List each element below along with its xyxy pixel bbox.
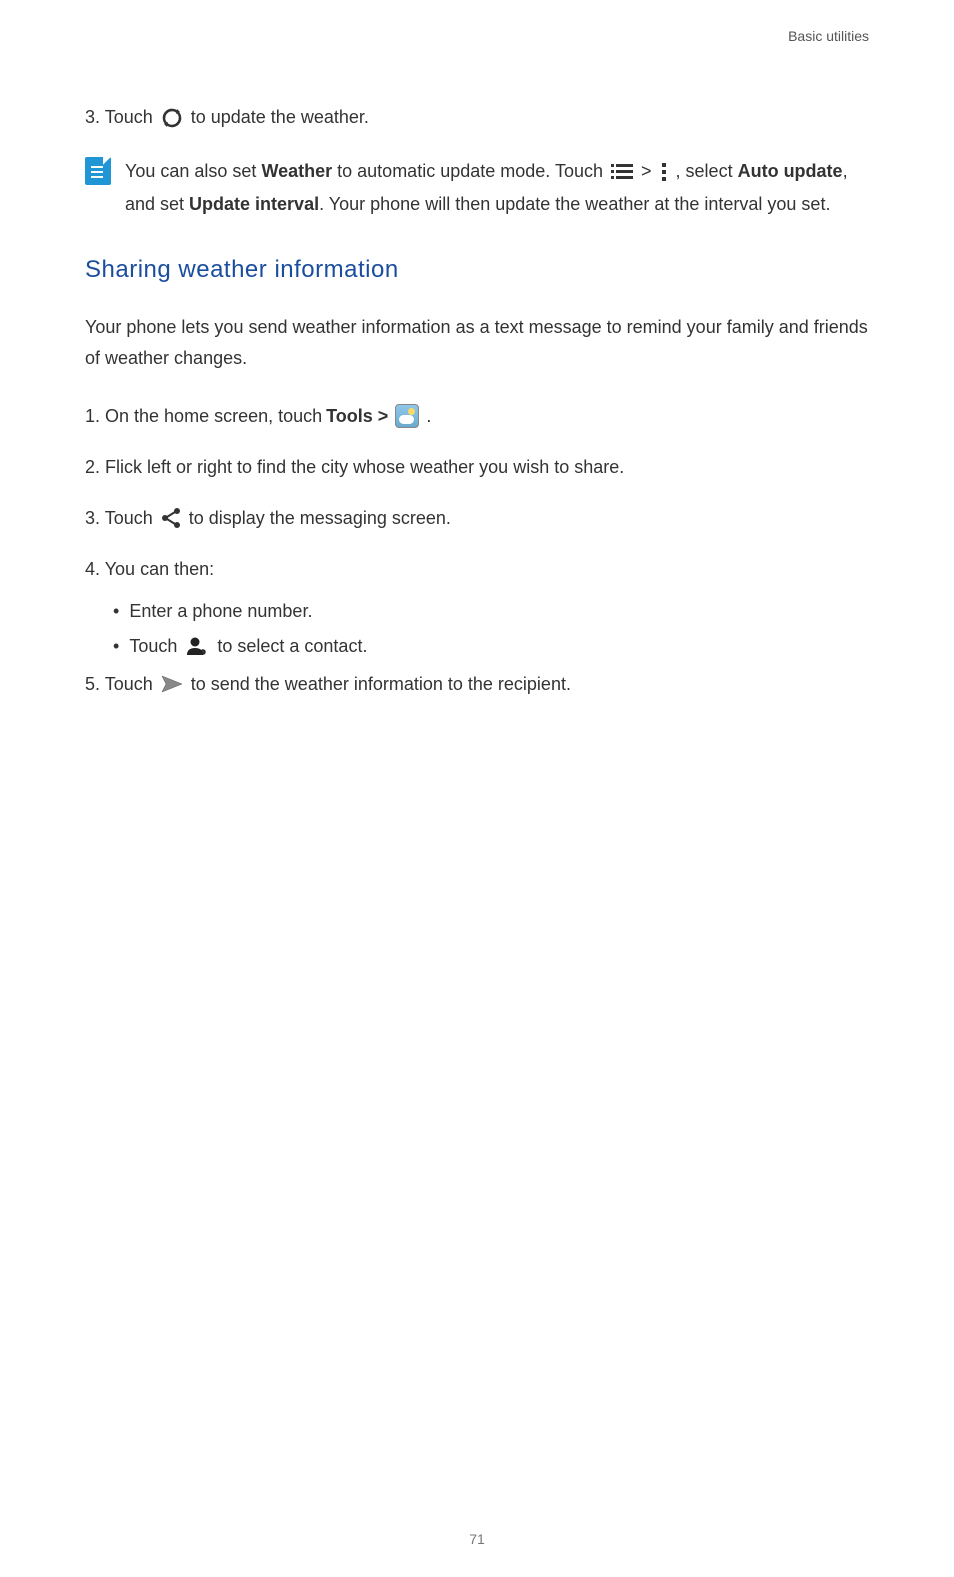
- note-comma: ,: [671, 161, 681, 181]
- note-bold-auto: Auto update: [738, 161, 843, 181]
- step3-suffix: to display the messaging screen.: [189, 505, 451, 532]
- step5-suffix: to send the weather information to the r…: [191, 671, 571, 698]
- section-intro: Your phone lets you send weather informa…: [85, 312, 869, 375]
- bullet-1: Enter a phone number.: [113, 601, 869, 622]
- bullet1-text: Enter a phone number.: [129, 601, 312, 622]
- send-icon: [160, 674, 184, 694]
- step-4: 4. You can then:: [85, 556, 869, 583]
- refresh-icon: [160, 106, 184, 130]
- weather-app-icon: [395, 404, 419, 428]
- bullet2-prefix: Touch: [129, 636, 177, 657]
- note-part1: You can also set: [125, 161, 261, 181]
- step-1: 1. On the home screen, touch Tools > .: [85, 403, 869, 430]
- note-part2: to automatic update mode. Touch: [332, 161, 608, 181]
- note-bold-interval: Update interval: [189, 194, 319, 214]
- step1-bold: Tools >: [326, 403, 388, 430]
- step1-suffix: .: [426, 403, 431, 430]
- step5-prefix: 5. Touch: [85, 671, 153, 698]
- step-3-update: 3. Touch to update the weather.: [85, 104, 869, 131]
- add-contact-icon: [186, 636, 208, 656]
- chapter-header: Basic utilities: [85, 28, 869, 44]
- step3-prefix: 3. Touch: [85, 505, 153, 532]
- note-part5: . Your phone will then update the weathe…: [319, 194, 830, 214]
- share-icon: [160, 507, 182, 529]
- bullet-2: Touch to select a contact.: [113, 636, 869, 657]
- step1-prefix: 1. On the home screen, touch: [85, 403, 322, 430]
- section-heading: Sharing weather information: [85, 256, 869, 284]
- step-2: 2. Flick left or right to find the city …: [85, 454, 869, 481]
- bullet-list: Enter a phone number. Touch to select a …: [113, 601, 869, 657]
- note-box: You can also set Weather to automatic up…: [85, 155, 869, 222]
- overflow-menu-icon: [660, 162, 668, 182]
- page-content: Basic utilities 3. Touch to update the w…: [0, 0, 954, 698]
- step-3: 3. Touch to display the messaging screen…: [85, 505, 869, 532]
- step-5: 5. Touch to send the weather information…: [85, 671, 869, 698]
- note-gt: >: [636, 161, 657, 181]
- note-bold-weather: Weather: [261, 161, 332, 181]
- step-text-prefix: 3. Touch: [85, 104, 153, 131]
- note-icon: [85, 157, 111, 185]
- page-number: 71: [0, 1531, 954, 1547]
- note-text-content: You can also set Weather to automatic up…: [125, 155, 869, 222]
- note-part3: select: [686, 161, 738, 181]
- list-icon: [611, 163, 633, 181]
- step-text-suffix: to update the weather.: [191, 104, 369, 131]
- bullet2-suffix: to select a contact.: [217, 636, 367, 657]
